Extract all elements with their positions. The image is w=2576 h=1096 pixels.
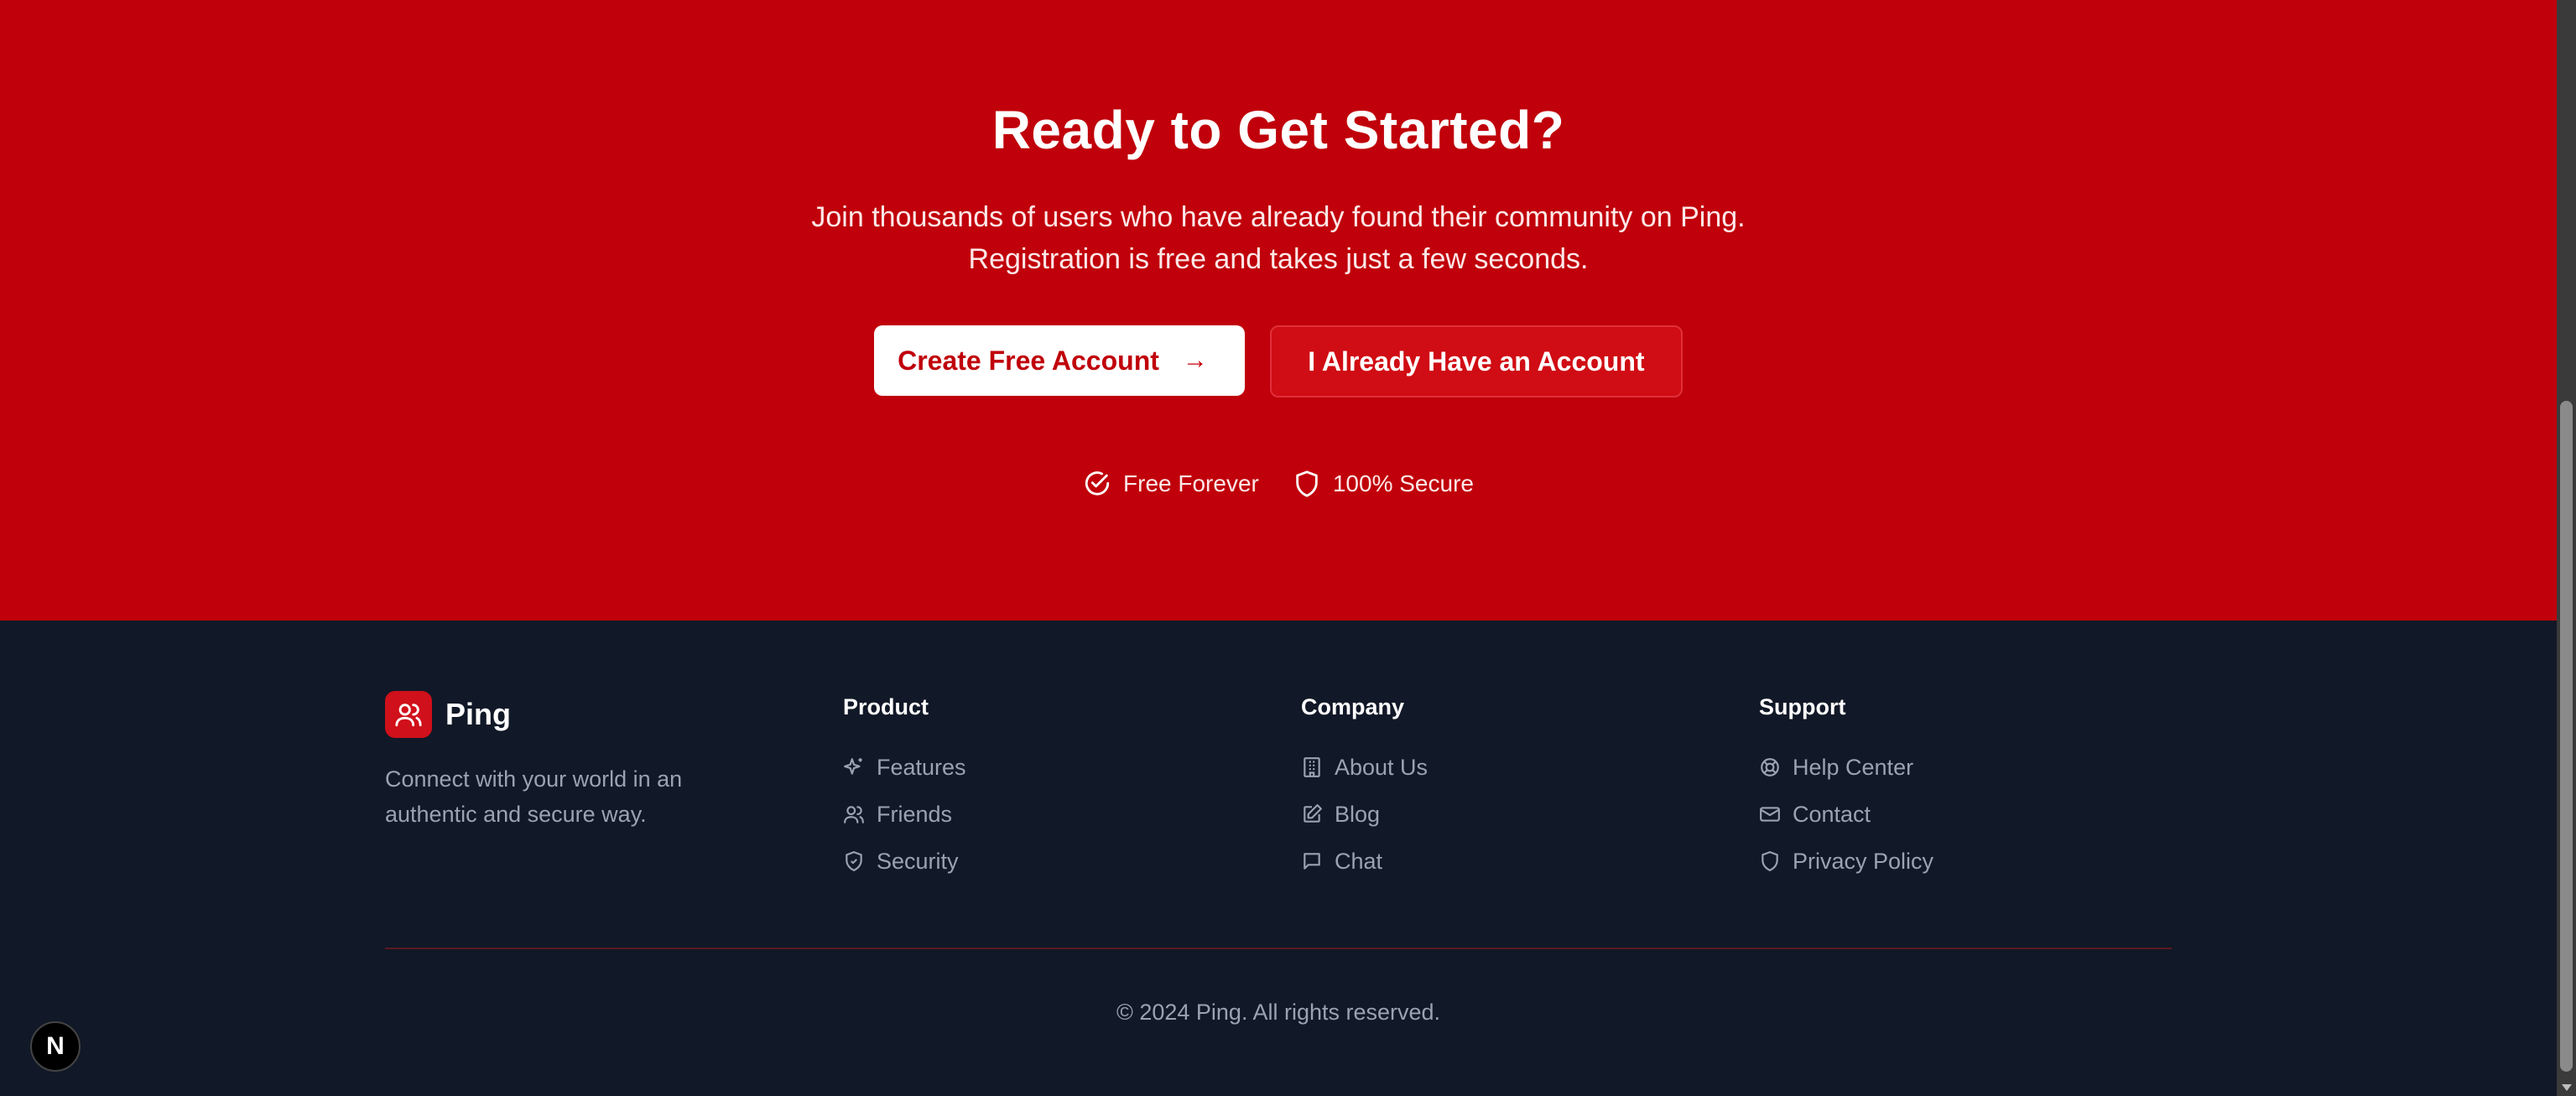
footer-link-about-us[interactable]: About Us [1301,744,1428,791]
cta-subtitle-line-1: Join thousands of users who have already… [811,201,1746,233]
cta-button-row: Create Free Account → I Already Have an … [0,325,2557,397]
create-free-account-button[interactable]: Create Free Account → [874,325,1245,396]
link-label: Friends [877,801,953,827]
check-circle-icon [1085,471,1110,496]
scrollbar-thumb[interactable] [2560,401,2573,1072]
page: Ready to Get Started? Join thousands of … [0,0,2576,1096]
brand-name: Ping [445,697,511,731]
badge-label: 100% Secure [1332,470,1474,496]
lifebuoy-icon [1761,758,1779,777]
users-icon [844,806,864,823]
building-icon [1304,757,1320,777]
users-icon [395,704,422,727]
column-title: Product [843,694,929,719]
link-label: Contact [1793,801,1871,827]
badge-free-forever: Free Forever [1083,470,1259,498]
column-title: Support [1759,694,1846,719]
cta-badges: Free Forever 100% Secure [0,470,2557,498]
edit-icon [1304,804,1322,823]
cta-subtitle-line-2: Registration is free and takes just a fe… [968,243,1589,275]
cta-section: Ready to Get Started? Join thousands of … [0,0,2557,621]
cta-subtitle: Join thousands of users who have already… [0,196,2557,280]
footer: Ping Connect with your world in an authe… [0,621,2557,1096]
footer-column-company: Company About Us Blog Chat [1301,694,1428,885]
link-label: About Us [1335,754,1429,780]
badge-label: Free Forever [1123,470,1259,496]
already-have-account-button[interactable]: I Already Have an Account [1269,325,1683,397]
sparkles-icon [844,758,862,775]
cta-title: Ready to Get Started? [991,100,1565,160]
footer-link-contact[interactable]: Contact [1759,791,1933,838]
footer-link-help-center[interactable]: Help Center [1759,744,1933,791]
link-label: Security [877,848,959,874]
next-logo-icon: N [46,1032,65,1060]
footer-tagline: Connect with your world in an authentic … [385,766,683,827]
message-icon [1304,853,1320,870]
link-label: Features [877,754,966,780]
link-label: Help Center [1793,754,1914,780]
shield-check-icon [846,851,862,871]
arrow-right-icon: → [1182,346,1208,374]
footer-divider [385,948,2172,949]
footer-link-blog[interactable]: Blog [1301,791,1428,838]
mail-icon [1760,807,1780,822]
footer-link-features[interactable]: Features [843,744,966,791]
footer-link-chat[interactable]: Chat [1301,838,1428,885]
link-label: Chat [1335,848,1383,874]
logo [385,691,432,738]
link-label: Blog [1335,801,1381,827]
shield-icon [1296,470,1318,497]
create-free-account-label: Create Free Account [898,345,1159,376]
next-dev-badge[interactable]: N [30,1021,81,1072]
footer-brand[interactable]: Ping [385,691,511,738]
copyright: © 2024 Ping. All rights reserved. [1116,1000,1441,1025]
footer-column-support: Support Help Center Contact Privacy Poli… [1759,694,1933,885]
link-label: Privacy Policy [1793,848,1934,874]
footer-link-security[interactable]: Security [843,838,966,885]
footer-link-friends[interactable]: Friends [843,791,966,838]
footer-column-product: Product Features Friends Security [843,694,966,885]
already-have-account-label: I Already Have an Account [1308,345,1645,377]
column-title: Company [1301,694,1405,719]
badge-secure: 100% Secure [1293,470,1474,498]
shield-icon [1762,851,1778,871]
scroll-down-arrow-icon[interactable] [2562,1084,2572,1091]
footer-link-privacy-policy[interactable]: Privacy Policy [1759,838,1933,885]
scrollbar[interactable] [2557,0,2576,1096]
